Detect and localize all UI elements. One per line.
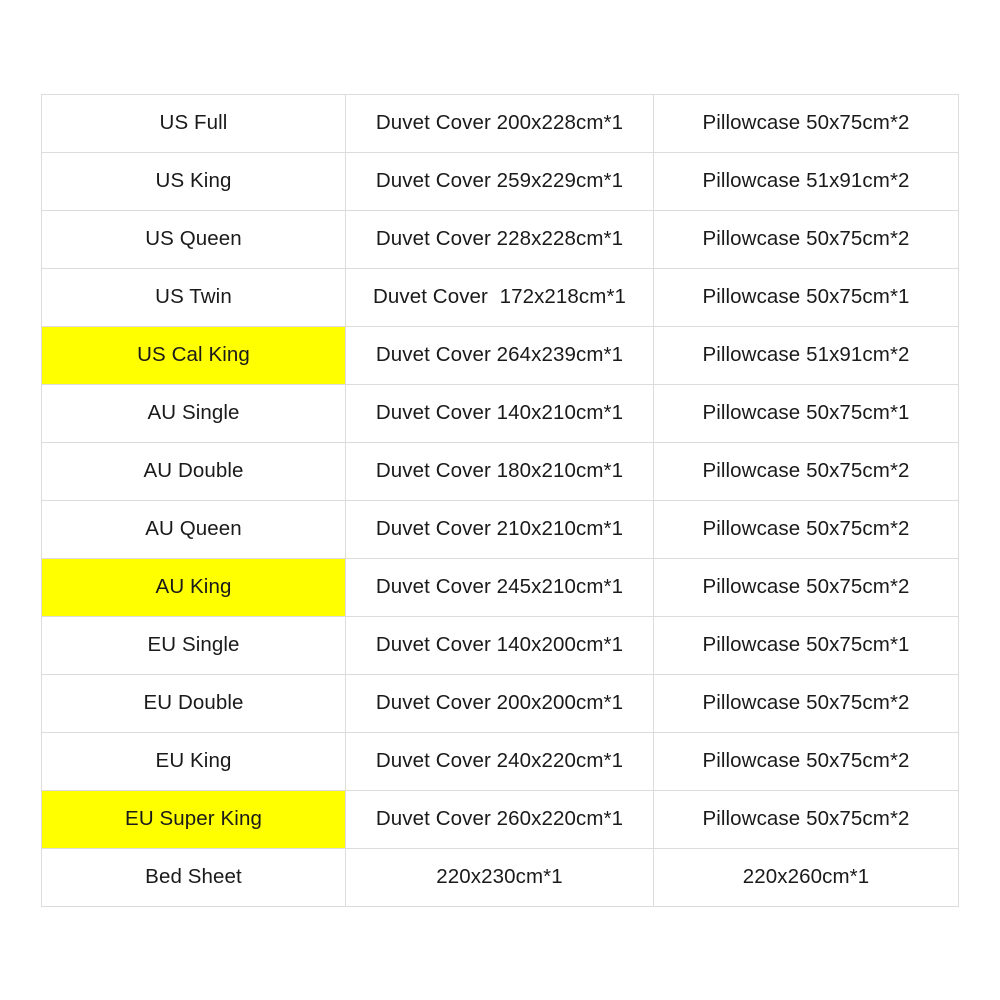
table-row: AU Single Duvet Cover 140x210cm*1 Pillowca… — [41, 384, 959, 443]
table-row: AU Double Duvet Cover 180x210cm*1 Pillowca… — [41, 442, 959, 501]
cell-pillowcase: Pillowcase 50x75cm*1 — [653, 268, 959, 327]
cell-size-name: EU Super King — [41, 790, 346, 849]
cell-size-name: US Full — [41, 94, 346, 153]
cell-pillowcase: Pillowcase 50x75cm*1 — [653, 616, 959, 675]
cell-size-name: EU King — [41, 732, 346, 791]
cell-size-name: Bed Sheet — [41, 848, 346, 907]
cell-duvet-cover: Duvet Cover 210x210cm*1 — [345, 500, 654, 559]
cell-pillowcase: Pillowcase 50x75cm*2 — [653, 790, 959, 849]
table-row: US Twin Duvet Cover 172x218cm*1 Pillowcase… — [41, 268, 959, 327]
cell-duvet-cover: Duvet Cover 140x210cm*1 — [345, 384, 654, 443]
table-row: US Cal King Duvet Cover 264x239cm*1 Pillow… — [41, 326, 959, 385]
table-row: EU Single Duvet Cover 140x200cm*1 Pillowca… — [41, 616, 959, 675]
table-row: US Full Duvet Cover 200x228cm*1 Pillowcase… — [41, 94, 959, 153]
cell-duvet-cover: Duvet Cover 200x200cm*1 — [345, 674, 654, 733]
table-body: US Full Duvet Cover 200x228cm*1 Pillowcase… — [41, 94, 959, 907]
cell-size-name: AU King — [41, 558, 346, 617]
table-row: EU Double Duvet Cover 200x200cm*1 Pillowca… — [41, 674, 959, 733]
page-root: US Full Duvet Cover 200x228cm*1 Pillowcase… — [0, 0, 1000, 1000]
cell-duvet-cover: Duvet Cover 264x239cm*1 — [345, 326, 654, 385]
cell-pillowcase: Pillowcase 50x75cm*2 — [653, 732, 959, 791]
cell-duvet-cover: Duvet Cover 245x210cm*1 — [345, 558, 654, 617]
cell-size-name: US Cal King — [41, 326, 346, 385]
table-row: Bed Sheet 220x230cm*1 220x260cm*1 — [41, 848, 959, 907]
cell-size-name: US King — [41, 152, 346, 211]
cell-duvet-cover: Duvet Cover 228x228cm*1 — [345, 210, 654, 269]
cell-size-name: US Twin — [41, 268, 346, 327]
cell-duvet-cover: Duvet Cover 259x229cm*1 — [345, 152, 654, 211]
cell-size-name: AU Double — [41, 442, 346, 501]
table-row: EU King Duvet Cover 240x220cm*1 Pillowcase… — [41, 732, 959, 791]
cell-size-name: AU Queen — [41, 500, 346, 559]
cell-pillowcase: Pillowcase 50x75cm*1 — [653, 384, 959, 443]
cell-pillowcase: Pillowcase 50x75cm*2 — [653, 94, 959, 153]
table-row: US King Duvet Cover 259x229cm*1 Pillowcase… — [41, 152, 959, 211]
cell-size-name: AU Single — [41, 384, 346, 443]
cell-size-name: EU Double — [41, 674, 346, 733]
cell-duvet-cover: 220x230cm*1 — [345, 848, 654, 907]
table-row: AU King Duvet Cover 245x210cm*1 Pillowcase… — [41, 558, 959, 617]
cell-pillowcase: Pillowcase 51x91cm*2 — [653, 326, 959, 385]
table-row: AU Queen Duvet Cover 210x210cm*1 Pillowcas… — [41, 500, 959, 559]
cell-duvet-cover: Duvet Cover 140x200cm*1 — [345, 616, 654, 675]
table-row: US Queen Duvet Cover 228x228cm*1 Pillowcas… — [41, 210, 959, 269]
cell-pillowcase: Pillowcase 50x75cm*2 — [653, 210, 959, 269]
cell-pillowcase: Pillowcase 50x75cm*2 — [653, 558, 959, 617]
cell-pillowcase: Pillowcase 50x75cm*2 — [653, 500, 959, 559]
cell-duvet-cover: Duvet Cover 180x210cm*1 — [345, 442, 654, 501]
cell-pillowcase: Pillowcase 50x75cm*2 — [653, 442, 959, 501]
cell-size-name: US Queen — [41, 210, 346, 269]
cell-duvet-cover: Duvet Cover 172x218cm*1 — [345, 268, 654, 327]
bedding-size-chart-table: US Full Duvet Cover 200x228cm*1 Pillowcase… — [41, 94, 959, 907]
cell-duvet-cover: Duvet Cover 260x220cm*1 — [345, 790, 654, 849]
cell-duvet-cover: Duvet Cover 240x220cm*1 — [345, 732, 654, 791]
cell-pillowcase: Pillowcase 50x75cm*2 — [653, 674, 959, 733]
cell-size-name: EU Single — [41, 616, 346, 675]
table-row: EU Super King Duvet Cover 260x220cm*1 Pill… — [41, 790, 959, 849]
cell-pillowcase: Pillowcase 51x91cm*2 — [653, 152, 959, 211]
cell-duvet-cover: Duvet Cover 200x228cm*1 — [345, 94, 654, 153]
cell-pillowcase: 220x260cm*1 — [653, 848, 959, 907]
